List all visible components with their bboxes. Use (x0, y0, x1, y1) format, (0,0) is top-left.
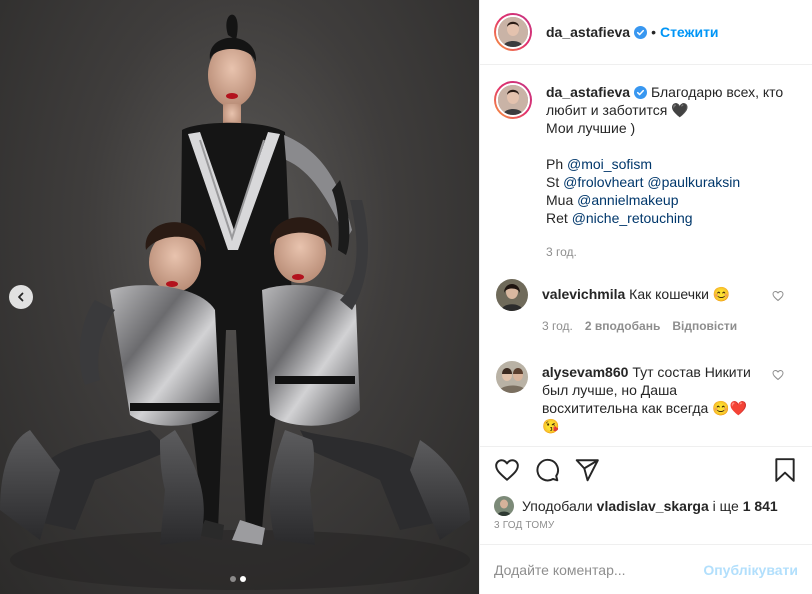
comment-input[interactable] (494, 561, 704, 578)
comment-age[interactable]: 3 год. (542, 317, 573, 335)
likes-count[interactable]: 1 841 (743, 498, 778, 514)
comment-body: valevichmila Как кошечки 😊 3 год. 2 впод… (542, 285, 737, 335)
post-timestamp[interactable]: 3 ГОД ТОМУ (480, 520, 812, 544)
comment-meta: 3 год. 2 вподобань Відповісти (542, 317, 737, 335)
liker-username[interactable]: vladislav_skarga (597, 498, 709, 514)
author-username[interactable]: da_astafieva (546, 24, 630, 40)
heart-icon[interactable] (494, 457, 520, 483)
share-icon[interactable] (574, 457, 600, 483)
caption-age[interactable]: 3 год. (546, 243, 577, 261)
post-media[interactable] (0, 0, 479, 594)
mention-link[interactable]: @annielmakeup (577, 192, 678, 208)
credit-prefix: St (546, 174, 560, 190)
caption-author-avatar[interactable] (494, 81, 532, 119)
instagram-post: da_astafieva • Стежити da_astafieva Благ… (0, 0, 812, 594)
post-photo (0, 14, 470, 590)
reply-button[interactable]: Відповісти (672, 317, 737, 335)
carousel-indicator (230, 576, 246, 582)
comment-body: alysevam860 Тут состав Никити был лучше,… (542, 363, 757, 435)
mention-link[interactable]: @niche_retouching (572, 210, 693, 226)
carousel-prev-button[interactable] (9, 285, 33, 309)
verified-badge-icon (634, 25, 648, 39)
avatar-image (496, 83, 530, 117)
credit-line: Ph @moi_sofism (546, 155, 798, 173)
comment-username[interactable]: valevichmila (542, 286, 625, 302)
mention-link[interactable]: @paulkuraksin (647, 174, 740, 190)
heart-icon[interactable] (772, 369, 784, 381)
commenter-avatar[interactable] (496, 279, 528, 311)
comment-item: alysevam860 Тут состав Никити был лучше,… (494, 361, 798, 435)
post-side-panel: da_astafieva • Стежити da_astafieva Благ… (479, 0, 812, 594)
publish-button[interactable]: Опублікувати (703, 562, 798, 578)
caption-meta: 3 год. (546, 243, 798, 261)
comment-likes[interactable]: 2 вподобань (585, 317, 660, 335)
comment-username[interactable]: alysevam860 (542, 364, 628, 380)
caption-text-line2: Мои лучшие ) (546, 120, 636, 136)
credit-prefix: Mua (546, 192, 574, 208)
caption-username[interactable]: da_astafieva (546, 84, 630, 100)
credit-line: Mua @annielmakeup (546, 191, 798, 209)
credit-prefix: Ph (546, 156, 564, 172)
verified-badge-icon (634, 86, 648, 99)
mention-link[interactable]: @frolovheart (563, 174, 643, 190)
comments-list[interactable]: da_astafieva Благодарю всех, кто любит и… (480, 65, 812, 446)
add-comment-bar: Опублікувати (480, 544, 812, 594)
likes-prefix: Уподобали (522, 498, 593, 514)
carousel-dot (230, 576, 236, 582)
avatar-image (496, 15, 530, 49)
heart-icon[interactable] (772, 290, 784, 302)
comment-text: Как кошечки 😊 (629, 286, 731, 302)
carousel-dot-active (240, 576, 246, 582)
header-separator: • (651, 24, 656, 40)
action-bar (480, 446, 812, 492)
caption-body: da_astafieva Благодарю всех, кто любит и… (546, 83, 798, 261)
commenter-avatar[interactable] (496, 361, 528, 393)
follow-button[interactable]: Стежити (660, 24, 719, 40)
likes-summary: Уподобали vladislav_skarga і ще 1 841 (480, 492, 812, 520)
credit-line: St @frolovheart @paulkuraksin (546, 173, 798, 191)
author-avatar[interactable] (494, 13, 532, 51)
bookmark-icon[interactable] (772, 457, 798, 483)
comment-item: valevichmila Как кошечки 😊 3 год. 2 впод… (494, 279, 798, 335)
chevron-left-icon (18, 292, 24, 302)
likes-suffix: і ще (712, 498, 739, 514)
caption: da_astafieva Благодарю всех, кто любит и… (494, 81, 798, 261)
mention-link[interactable]: @moi_sofism (567, 156, 652, 172)
credit-line: Ret @niche_retouching (546, 209, 798, 227)
credit-prefix: Ret (546, 210, 568, 226)
comment-icon[interactable] (534, 457, 560, 483)
post-header: da_astafieva • Стежити (480, 0, 812, 65)
liker-avatar[interactable] (494, 496, 514, 516)
